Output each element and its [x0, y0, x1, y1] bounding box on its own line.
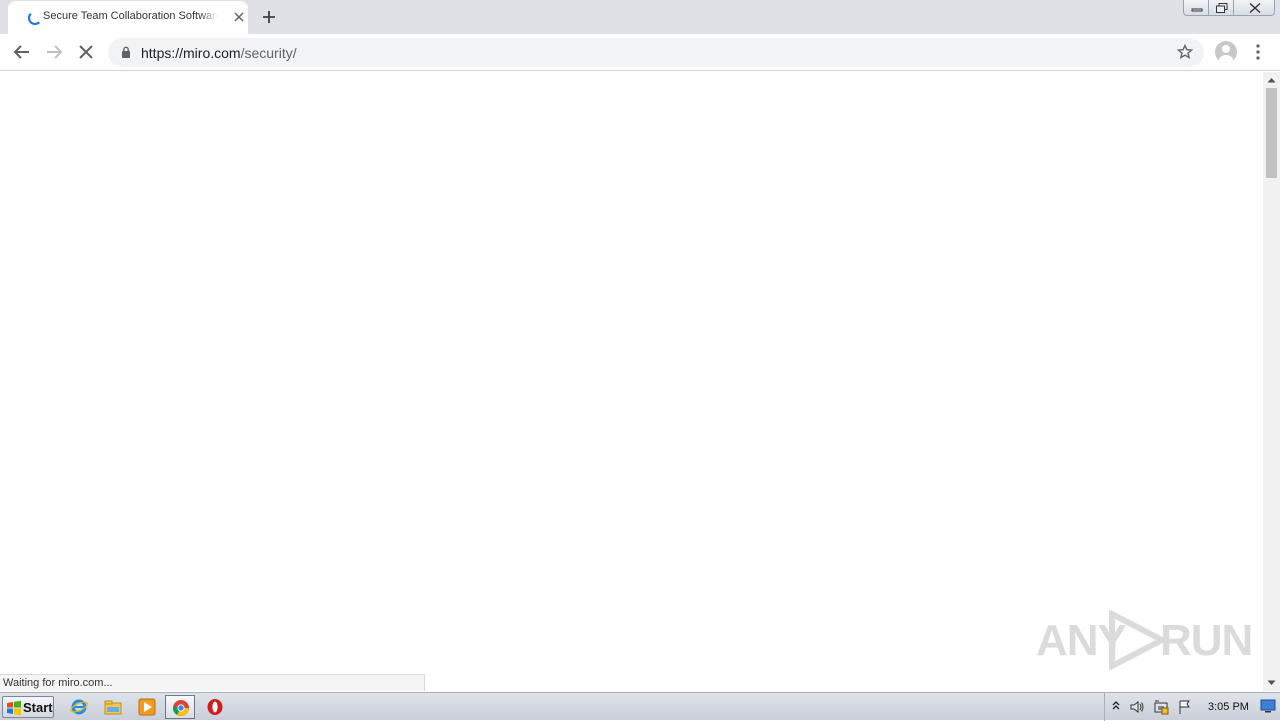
- show-desktop-icon: [1260, 699, 1276, 713]
- close-icon: [1249, 3, 1261, 13]
- watermark-text-right: RUN: [1160, 616, 1253, 665]
- forward-icon[interactable]: [44, 42, 64, 62]
- new-tab-icon[interactable]: [260, 8, 278, 26]
- taskbar-opera[interactable]: [200, 695, 230, 719]
- file-explorer-icon: [104, 700, 122, 715]
- chrome-icon: [172, 700, 189, 716]
- scroll-up-icon[interactable]: [1267, 77, 1276, 83]
- play-logo-icon: [1109, 610, 1168, 670]
- clock[interactable]: 3:05 PM: [1208, 701, 1249, 713]
- close-tab-icon[interactable]: [232, 10, 246, 24]
- taskbar-chrome[interactable]: [165, 695, 195, 719]
- minimize-button[interactable]: [1183, 0, 1209, 16]
- restore-icon: [1216, 3, 1228, 13]
- scroll-down-icon[interactable]: [1267, 680, 1276, 686]
- taskbar-media-player[interactable]: [132, 695, 162, 719]
- page-content: [0, 72, 1263, 691]
- opera-icon: [207, 699, 223, 715]
- taskbar-ie[interactable]: [64, 695, 94, 719]
- vertical-scrollbar[interactable]: [1263, 72, 1280, 691]
- status-bubble: Waiting for miro.com...: [0, 674, 425, 691]
- scrollbar-thumb[interactable]: [1266, 88, 1277, 178]
- url-text[interactable]: https://miro.com/security/: [141, 45, 297, 61]
- action-center-flag-icon[interactable]: [1177, 699, 1193, 715]
- back-icon[interactable]: [12, 42, 32, 62]
- anyrun-watermark: ANY RUN: [1036, 606, 1253, 670]
- lock-icon[interactable]: [121, 46, 131, 58]
- show-hidden-icons-icon[interactable]: [1111, 699, 1121, 711]
- start-button[interactable]: Start: [2, 696, 54, 718]
- loading-spinner-icon: [28, 11, 42, 25]
- profile-avatar-icon[interactable]: [1215, 41, 1237, 63]
- browser-toolbar: https://miro.com/security/: [0, 34, 1280, 71]
- system-tray: [1104, 693, 1280, 721]
- minimize-icon: [1191, 8, 1203, 12]
- start-label: Start: [23, 700, 53, 715]
- show-desktop-button[interactable]: [1260, 699, 1276, 713]
- internet-explorer-icon: [70, 699, 88, 715]
- tab-title: Secure Team Collaboration Software: [43, 10, 218, 22]
- browser-tab[interactable]: Secure Team Collaboration Software: [8, 1, 248, 34]
- bookmark-star-icon[interactable]: [1177, 44, 1193, 60]
- restore-button[interactable]: [1208, 0, 1234, 16]
- network-icon[interactable]: [1153, 699, 1169, 715]
- address-bar[interactable]: https://miro.com/security/: [108, 38, 1204, 67]
- close-window-button[interactable]: [1233, 0, 1275, 16]
- taskbar-explorer[interactable]: [98, 695, 128, 719]
- volume-icon[interactable]: [1129, 699, 1145, 715]
- more-menu-icon[interactable]: [1252, 42, 1264, 62]
- stop-loading-icon[interactable]: [76, 42, 96, 62]
- windows-logo-icon: [7, 700, 21, 716]
- media-player-icon: [138, 698, 156, 716]
- tab-strip: Secure Team Collaboration Software: [0, 0, 1280, 34]
- taskbar: Start 3:05 PM: [0, 692, 1280, 721]
